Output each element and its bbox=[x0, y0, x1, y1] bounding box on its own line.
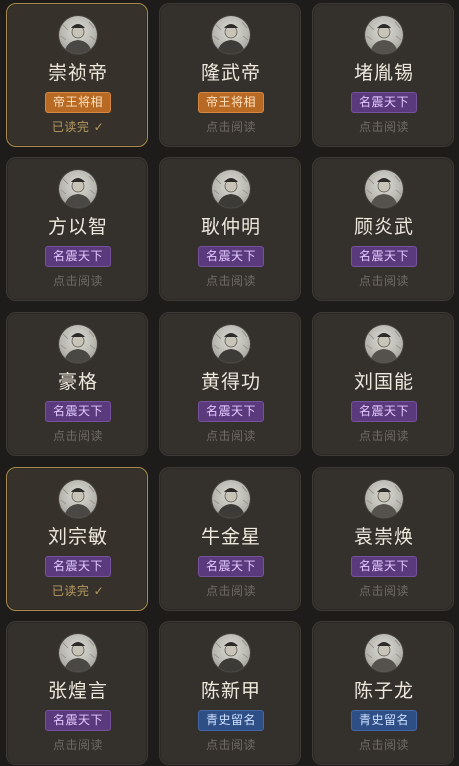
portrait-icon bbox=[365, 325, 403, 363]
rank-badge: 青史留名 bbox=[351, 710, 417, 731]
portrait-icon bbox=[59, 16, 97, 54]
character-name: 方以智 bbox=[47, 216, 108, 238]
character-card[interactable]: 耿仲明名震天下点击阅读 bbox=[159, 157, 301, 301]
rank-badge: 名震天下 bbox=[198, 556, 264, 577]
character-card[interactable]: 隆武帝帝王将相点击阅读 bbox=[159, 3, 301, 147]
character-name: 刘国能 bbox=[353, 371, 414, 393]
character-card[interactable]: 顾炎武名震天下点击阅读 bbox=[312, 157, 454, 301]
character-name: 袁崇焕 bbox=[353, 526, 414, 548]
character-name: 陈子龙 bbox=[353, 680, 414, 702]
character-card[interactable]: 陈新甲青史留名点击阅读 bbox=[159, 621, 301, 765]
character-card[interactable]: 崇祯帝帝王将相已读完 ✓ bbox=[6, 3, 148, 147]
rank-badge: 名震天下 bbox=[351, 401, 417, 422]
rank-badge: 青史留名 bbox=[198, 710, 264, 731]
rank-badge: 名震天下 bbox=[198, 401, 264, 422]
character-name: 刘宗敏 bbox=[47, 526, 108, 548]
click-to-read-status[interactable]: 点击阅读 bbox=[313, 272, 455, 290]
character-card[interactable]: 牛金星名震天下点击阅读 bbox=[159, 467, 301, 611]
click-to-read-status[interactable]: 点击阅读 bbox=[160, 736, 302, 754]
click-to-read-status[interactable]: 点击阅读 bbox=[313, 582, 455, 600]
portrait-icon bbox=[59, 325, 97, 363]
character-card[interactable]: 张煌言名震天下点击阅读 bbox=[6, 621, 148, 765]
rank-badge: 名震天下 bbox=[45, 710, 111, 731]
portrait-icon bbox=[212, 170, 250, 208]
read-complete-status: 已读完 ✓ bbox=[51, 584, 105, 598]
rank-badge: 名震天下 bbox=[198, 246, 264, 267]
portrait-icon bbox=[365, 16, 403, 54]
character-name: 豪格 bbox=[57, 371, 98, 393]
character-name: 陈新甲 bbox=[200, 680, 261, 702]
character-grid: 崇祯帝 帝王将相 已读完 ✓ 隆武帝 帝王将相 点击阅读 堵胤锡 名震天下 点击阅读 方以智 名震天… bbox=[0, 0, 459, 766]
character-name: 堵胤锡 bbox=[353, 62, 414, 84]
character-card[interactable]: 刘宗敏名震天下已读完 ✓ bbox=[6, 467, 148, 611]
character-name: 崇祯帝 bbox=[47, 62, 108, 84]
portrait-icon bbox=[212, 480, 250, 518]
character-name: 张煌言 bbox=[47, 680, 108, 702]
click-to-read-status[interactable]: 点击阅读 bbox=[160, 118, 302, 136]
character-name: 耿仲明 bbox=[200, 216, 261, 238]
character-card[interactable]: 黄得功名震天下点击阅读 bbox=[159, 312, 301, 456]
click-to-read-status[interactable]: 点击阅读 bbox=[313, 118, 455, 136]
character-name: 牛金星 bbox=[200, 526, 261, 548]
character-card[interactable]: 陈子龙青史留名点击阅读 bbox=[312, 621, 454, 765]
click-to-read-status[interactable]: 点击阅读 bbox=[7, 272, 149, 290]
character-card[interactable]: 刘国能名震天下点击阅读 bbox=[312, 312, 454, 456]
character-card[interactable]: 堵胤锡名震天下点击阅读 bbox=[312, 3, 454, 147]
portrait-icon bbox=[59, 634, 97, 672]
portrait-icon bbox=[59, 480, 97, 518]
portrait-icon bbox=[212, 634, 250, 672]
portrait-icon bbox=[212, 16, 250, 54]
rank-badge: 名震天下 bbox=[45, 246, 111, 267]
rank-badge: 帝王将相 bbox=[198, 92, 264, 113]
click-to-read-status[interactable]: 点击阅读 bbox=[160, 427, 302, 445]
click-to-read-status[interactable]: 点击阅读 bbox=[7, 427, 149, 445]
rank-badge: 名震天下 bbox=[351, 246, 417, 267]
click-to-read-status[interactable]: 点击阅读 bbox=[313, 736, 455, 754]
character-name: 隆武帝 bbox=[200, 62, 261, 84]
portrait-icon bbox=[365, 480, 403, 518]
click-to-read-status[interactable]: 点击阅读 bbox=[313, 427, 455, 445]
rank-badge: 帝王将相 bbox=[45, 92, 111, 113]
character-name: 顾炎武 bbox=[353, 216, 414, 238]
click-to-read-status[interactable]: 点击阅读 bbox=[160, 272, 302, 290]
read-complete-status: 已读完 ✓ bbox=[51, 120, 105, 134]
character-card[interactable]: 豪格名震天下点击阅读 bbox=[6, 312, 148, 456]
click-to-read-status[interactable]: 点击阅读 bbox=[160, 582, 302, 600]
portrait-icon bbox=[59, 170, 97, 208]
portrait-icon bbox=[365, 170, 403, 208]
rank-badge: 名震天下 bbox=[351, 92, 417, 113]
rank-badge: 名震天下 bbox=[45, 401, 111, 422]
rank-badge: 名震天下 bbox=[351, 556, 417, 577]
portrait-icon bbox=[365, 634, 403, 672]
rank-badge: 名震天下 bbox=[45, 556, 111, 577]
portrait-icon bbox=[212, 325, 250, 363]
character-name: 黄得功 bbox=[200, 371, 261, 393]
character-card[interactable]: 方以智名震天下点击阅读 bbox=[6, 157, 148, 301]
character-card[interactable]: 袁崇焕名震天下点击阅读 bbox=[312, 467, 454, 611]
click-to-read-status[interactable]: 点击阅读 bbox=[7, 736, 149, 754]
